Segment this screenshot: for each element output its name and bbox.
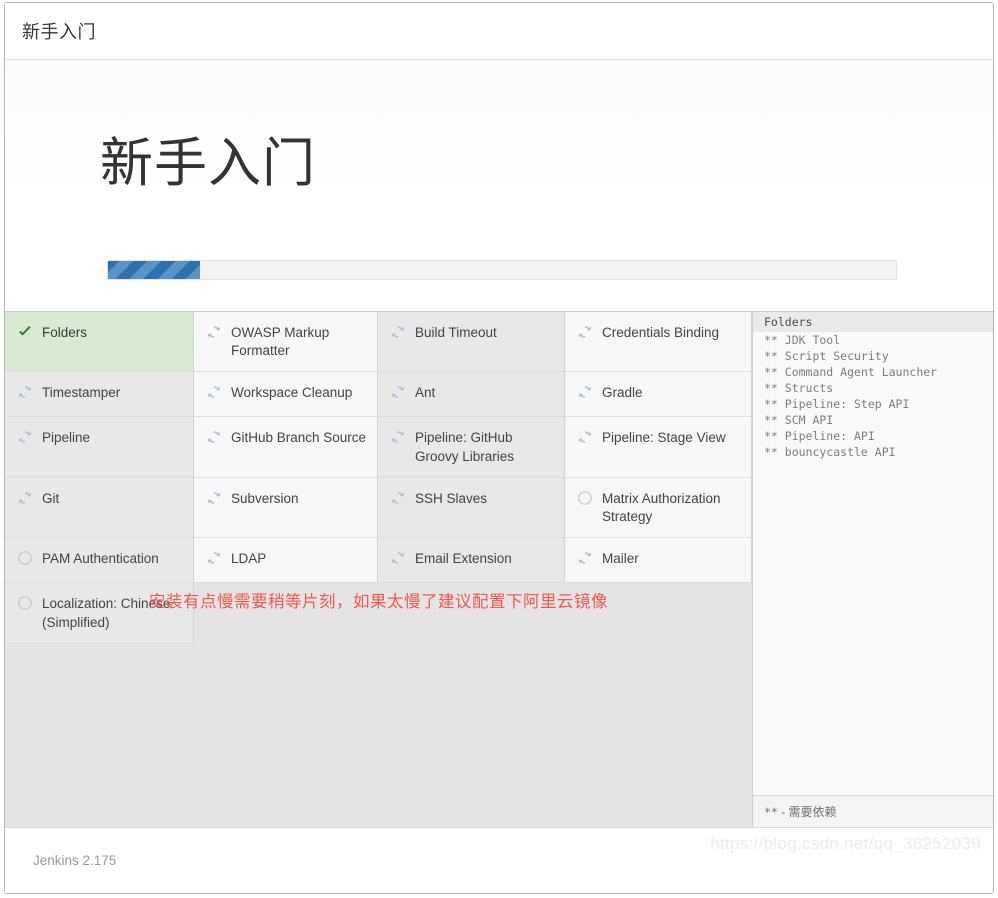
plugin-name: LDAP [231,551,267,567]
plugin-name: Gradle [602,385,643,401]
hero-section: 新手入门 [5,60,993,312]
plugin-cell: Matrix Authorization Strategy [565,477,752,539]
log-line: ** Pipeline: Step API [764,397,910,411]
sync-icon [208,386,220,399]
plugin-name: GitHub Branch Source [231,430,367,446]
window-titlebar: 新手入门 [5,3,993,60]
plugin-cell: Timestamper [5,372,194,418]
plugin-cell: Build Timeout [378,312,565,373]
plugin-name: Ant [415,385,436,401]
install-progress-bar [107,260,897,280]
plugin-cell: OWASP Markup Formatter [194,312,378,373]
log-line: ** JDK Tool [764,333,841,347]
sync-icon [208,552,220,565]
plugin-cell: Email Extension [378,538,565,584]
plugin-name: SSH Slaves [415,490,488,506]
plugin-cell: SSH Slaves [378,477,565,539]
plugin-name: Pipeline: GitHub Groovy Libraries [415,430,515,464]
plugin-cell-empty [194,583,378,644]
plugin-name: Build Timeout [415,325,497,340]
log-line: ** SCM API [764,413,834,427]
log-line: ** Structs [764,381,834,395]
plugin-cell: Gradle [565,372,752,418]
sync-icon [19,492,31,504]
plugin-name: Localization: Chinese (Simplified) [42,596,171,630]
check-icon [19,326,31,336]
blog-watermark: https://blog.csdn.net/qq_38252039 [710,834,981,853]
sync-icon [208,326,220,338]
sync-icon [392,431,404,444]
sync-icon [392,492,404,504]
sync-icon [208,492,220,504]
plugin-name: Pipeline: Stage View [602,430,726,446]
plugin-name: Folders [42,325,88,340]
log-legend: ** - 需要依赖 [753,795,993,827]
plugin-cell: Pipeline: Stage View [565,417,752,478]
sync-icon [579,552,591,565]
sync-icon [392,326,404,338]
plugin-name: Workspace Cleanup [231,385,353,401]
plugin-name: Pipeline [42,430,91,446]
sync-icon [579,386,591,399]
plugin-name: Mailer [602,551,639,567]
log-line: ** Command Agent Launcher [764,365,938,379]
plugin-grid: Folders OWASP Markup Formatter Build Timeo… [5,312,752,827]
sync-icon [19,431,31,444]
plugin-cell: Pipeline: GitHub Groovy Libraries [378,417,565,478]
plugin-cell: Credentials Binding [565,312,752,373]
circle-icon [18,596,32,611]
plugin-name: OWASP Markup Formatter [231,325,330,359]
plugin-name: Email Extension [415,551,512,567]
sync-icon [579,431,591,444]
plugin-cell: Git [5,477,194,539]
plugin-cell: Pipeline [5,417,194,478]
install-body: Folders OWASP Markup Formatter Build Timeo… [5,312,993,827]
plugin-cell: Workspace Cleanup [194,372,378,418]
dependency-log-scroll[interactable]: Folders ** JDK Tool ** Script Security ** … [753,312,993,795]
plugin-cell: Localization: Chinese (Simplified) [5,583,194,644]
plugin-name: Git [42,490,60,506]
jenkins-version-label: Jenkins 2.175 [33,853,117,868]
page-title: 新手入门 [100,134,316,193]
plugin-name: Credentials Binding [602,325,720,340]
sync-icon [208,431,220,444]
plugin-name: Matrix Authorization Strategy [602,490,721,525]
sync-icon [19,386,31,399]
sync-icon [392,386,404,399]
plugin-cell: GitHub Branch Source [194,417,378,478]
sync-icon [579,326,591,338]
plugin-cell: PAM Authentication [5,538,194,584]
plugin-name: Subversion [231,490,299,506]
setup-wizard-window: 新手入门 新手入门 Folders OWASP Markup Formatter B… [4,2,994,894]
plugin-name: PAM Authentication [42,551,159,567]
plugin-cell-empty [565,583,752,644]
plugin-cell: Subversion [194,477,378,539]
sync-icon [392,552,404,565]
log-legend-marker: ** [764,805,778,819]
plugin-cell: Folders [5,312,194,373]
log-line: ** Script Security [764,349,889,363]
plugin-cell: LDAP [194,538,378,584]
log-legend-text: - 需要依赖 [781,805,837,819]
plugin-name: Timestamper [42,385,121,401]
circle-icon [578,491,592,505]
install-progress-fill [108,261,201,279]
plugin-cell: Ant [378,372,565,418]
window-title: 新手入门 [22,22,96,42]
window-footer: Jenkins 2.175 https://blog.csdn.net/qq_3… [5,827,993,893]
log-line: ** Pipeline: API [764,429,875,443]
log-header: Folders [753,312,993,332]
log-line: ** bouncycastle API [764,445,896,459]
plugin-cell-empty [378,583,565,644]
dependency-log-panel: Folders ** JDK Tool ** Script Security ** … [752,312,993,827]
circle-icon [18,551,32,566]
plugin-cell: Mailer [565,538,752,584]
